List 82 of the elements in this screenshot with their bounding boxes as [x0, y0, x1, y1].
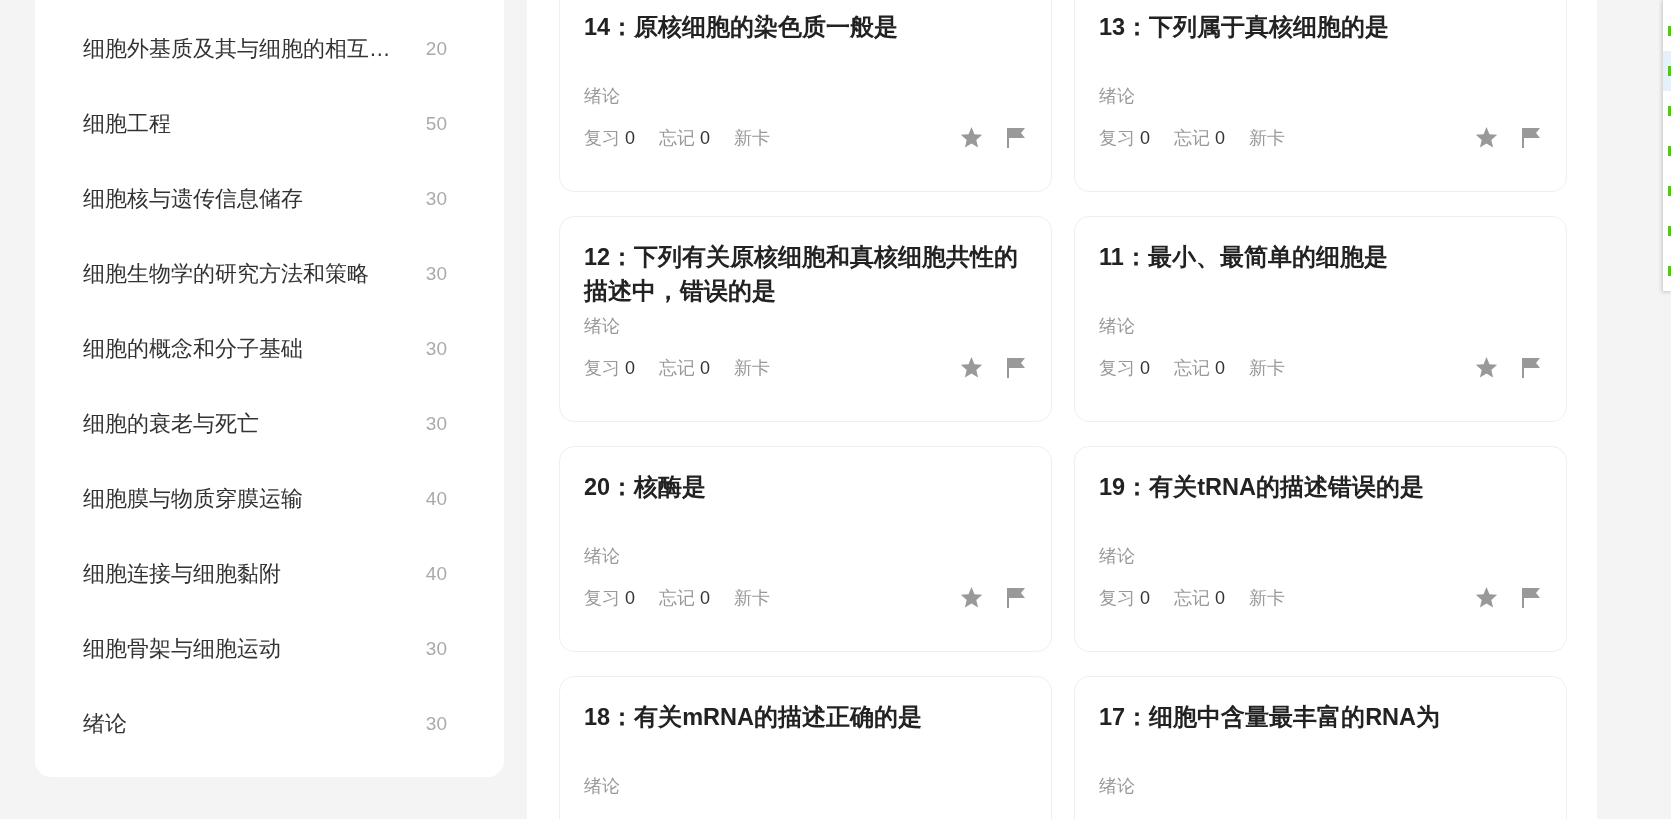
chapter-link[interactable]: 细胞核与遗传信息储存: [83, 184, 303, 213]
subject-label: 绪论: [1099, 85, 1136, 108]
status-label: 新卡: [734, 127, 771, 150]
question-card[interactable]: 12：下列有关原核细胞和真核细胞共性的描述中，错误的是 绪论 复习 0 忘记 0 新卡: [559, 216, 1052, 422]
item-icon: [1668, 66, 1671, 76]
forget-stat: 忘记 0: [659, 357, 711, 380]
question-count: 40: [425, 487, 447, 510]
forget-stat: 忘记 0: [659, 587, 711, 610]
question-count: 40: [425, 562, 447, 585]
question-card[interactable]: 14：原核细胞的染色质一般是 绪论 复习 0 忘记 0 新卡: [559, 0, 1052, 192]
star-icon[interactable]: [960, 357, 983, 379]
flag-icon[interactable]: [1007, 128, 1025, 148]
flag-icon[interactable]: [1522, 588, 1540, 608]
star-icon[interactable]: [1475, 357, 1498, 379]
subject-label: 绪论: [1099, 315, 1136, 338]
question-count: 50: [425, 112, 447, 135]
chapter-link[interactable]: 细胞骨架与细胞运动: [83, 634, 281, 663]
forget-stat: 忘记 0: [659, 127, 711, 150]
item-icon: [1668, 186, 1671, 196]
subject-label: 绪论: [1099, 545, 1136, 568]
chapter-link[interactable]: 细胞膜与物质穿膜运输: [83, 484, 303, 513]
status-label: 新卡: [1249, 587, 1286, 610]
review-stat: 复习 0: [1099, 587, 1151, 610]
review-stat: 复习 0: [1099, 357, 1151, 380]
status-label: 新卡: [1249, 357, 1286, 380]
item-icon: [1668, 226, 1671, 236]
question-card[interactable]: 17：细胞中含量最丰富的RNA为 绪论: [1074, 676, 1567, 819]
item-icon: [1668, 106, 1671, 116]
review-stat: 复习 0: [584, 357, 636, 380]
question-count: 30: [425, 637, 447, 660]
subject-label: 绪论: [584, 775, 621, 798]
question-card[interactable]: 11：最小、最简单的细胞是 绪论 复习 0 忘记 0 新卡: [1074, 216, 1567, 422]
question-count: 20: [425, 37, 447, 60]
question-title: 14：原核细胞的染色质一般是: [584, 13, 900, 42]
status-label: 新卡: [734, 587, 771, 610]
question-count: 30: [425, 187, 447, 210]
status-label: 新卡: [1249, 127, 1286, 150]
menu-item[interactable]: [1663, 51, 1671, 91]
question-count: 30: [425, 412, 447, 435]
question-title: 19：有关tRNA的描述错误的是: [1099, 473, 1425, 502]
question-count: 30: [425, 712, 447, 735]
forget-stat: 忘记 0: [1174, 587, 1226, 610]
review-stat: 复习 0: [1099, 127, 1151, 150]
chapter-link[interactable]: 细胞的概念和分子基础: [83, 334, 303, 363]
question-title: 17：细胞中含量最丰富的RNA为: [1099, 703, 1442, 732]
forget-stat: 忘记 0: [1174, 357, 1226, 380]
question-title: 13：下列属于真核细胞的是: [1099, 13, 1391, 42]
question-count: 30: [425, 262, 447, 285]
star-icon[interactable]: [1475, 587, 1498, 609]
chapter-link[interactable]: 细胞生物学的研究方法和策略: [83, 259, 369, 288]
subject-label: 绪论: [584, 85, 621, 108]
subject-label: 绪论: [584, 315, 621, 338]
question-title: 18：有关mRNA的描述正确的是: [584, 703, 923, 732]
subject-label: 绪论: [584, 545, 621, 568]
chapter-link[interactable]: 细胞工程: [83, 109, 171, 138]
chapter-link[interactable]: 细胞的衰老与死亡: [83, 409, 259, 438]
chapter-link[interactable]: 绪论: [83, 709, 127, 738]
flag-icon[interactable]: [1522, 128, 1540, 148]
forget-stat: 忘记 0: [1174, 127, 1226, 150]
review-stat: 复习 0: [584, 587, 636, 610]
question-title: 12：下列有关原核细胞和真核细胞共性的描述中，错误的是: [584, 243, 1020, 306]
item-icon: [1668, 146, 1671, 156]
question-card[interactable]: 18：有关mRNA的描述正确的是 绪论: [559, 676, 1052, 819]
question-title: 20：核酶是: [584, 473, 708, 502]
star-icon[interactable]: [960, 127, 983, 149]
question-count: 30: [425, 337, 447, 360]
item-icon: [1668, 26, 1671, 36]
star-icon[interactable]: [1475, 127, 1498, 149]
question-card[interactable]: 20：核酶是 绪论 复习 0 忘记 0 新卡: [559, 446, 1052, 652]
question-card[interactable]: 13：下列属于真核细胞的是 绪论 复习 0 忘记 0 新卡: [1074, 0, 1567, 192]
question-title: 11：最小、最简单的细胞是: [1099, 243, 1389, 272]
flag-icon[interactable]: [1007, 358, 1025, 378]
star-icon[interactable]: [960, 587, 983, 609]
item-icon: [1668, 266, 1671, 276]
subject-label: 绪论: [1099, 775, 1136, 798]
flag-icon[interactable]: [1522, 358, 1540, 378]
chapter-link[interactable]: 细胞外基质及其与细胞的相互…: [83, 34, 391, 63]
status-label: 新卡: [734, 357, 771, 380]
review-stat: 复习 0: [584, 127, 636, 150]
chapter-link[interactable]: 细胞连接与细胞黏附: [83, 559, 281, 588]
question-card[interactable]: 19：有关tRNA的描述错误的是 绪论 复习 0 忘记 0 新卡: [1074, 446, 1567, 652]
flag-icon[interactable]: [1007, 588, 1025, 608]
